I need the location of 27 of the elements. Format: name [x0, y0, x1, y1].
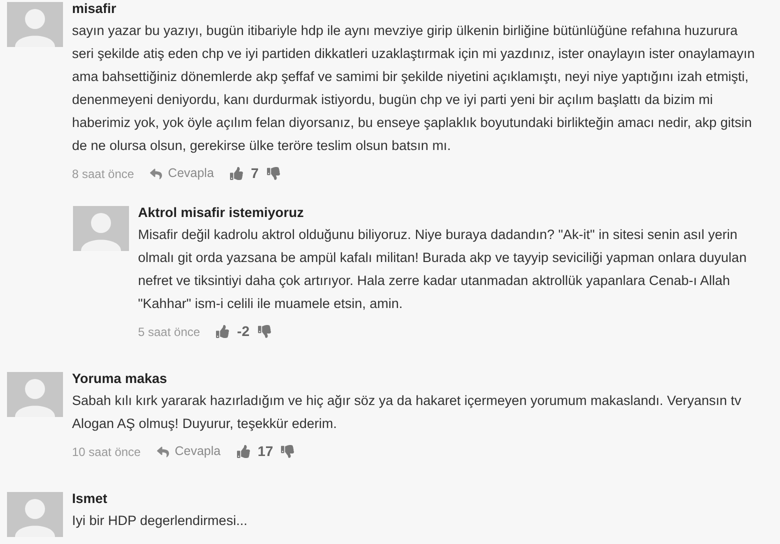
avatar-icon — [7, 492, 63, 537]
dislike-button[interactable] — [266, 167, 280, 180]
vote-count: -2 — [237, 322, 250, 341]
like-button[interactable] — [236, 445, 250, 458]
reply-icon — [156, 446, 169, 458]
vote-count: 7 — [250, 164, 259, 183]
comment-text: Sabah kılı kırk yararak hazırladığım ve hiç ağır söz ya da hakaret içermeyen yorumum makaslandı. Veryansın tv Alogan AŞ olmuş! Duyurur, teşekkür ederim. — [72, 392, 742, 433]
like-button[interactable] — [216, 325, 230, 338]
reply-button[interactable]: Cevapla — [156, 442, 221, 461]
comment-text: sayın yazar bu yazıyı, bugün itibariyle hdp ile aynı mevziye girip ülkenin birliğine bütünlüğüne refahına huzurura seri şekilde atiş eden chp ve iyi partiden dikkatleri uzaklaştırmak için mi yazdınız, ister onaylayın ister onaylamayın ama bahsettiğiniz dönemlerde akp şeffaf ve samimi bir şekilde niyetini açıklamıştı, neyi niye yaptığını izah etmişti, denenmeyeni deniyordu, kanı durdurmak istiyordu, bugün chp ve iyi parti yeni bir açılım başlattı da bizim mi haberimiz yok, yok öyle açılım felan diyorsanız, bu enseye şaplaklık boyutundaki birlikteğin amacı nedir, akp gitsin de ne olursa olsun, gerekirse ülke teröre teslim olsun batsın mı. — [72, 22, 756, 155]
comment-text: Misafir değil kadrolu aktrol olduğunu biliyoruz. Niye buraya dadandın? "Ak-it" in sitesi senin asıl yerin olmalı git orda yazsana be ampül kafalı militan! Burada akp ve tayyip seviciliği yapman onlara duyulan nefret ve tiksintiyi daha çok artırıyor. Hala zerre kadar utanmadan aktrollük yapanlara Cenab-ı Allah "Kahhar" ism-i celili ile muamele etsin, amin. — [138, 226, 748, 313]
author-name: Yoruma makas — [72, 370, 168, 388]
reply-button[interactable]: Cevapla — [150, 164, 214, 183]
comment-text: Iyi bir HDP degerlendirmesi... — [72, 512, 248, 530]
dislike-button[interactable] — [281, 445, 294, 458]
like-button[interactable] — [230, 167, 243, 180]
reply-icon — [150, 168, 162, 180]
author-name: Ismet — [72, 490, 108, 508]
timestamp: 8 saat önce — [72, 166, 134, 182]
timestamp: 10 saat önce — [72, 444, 141, 460]
author-name: Aktrol misafir istemiyoruz — [138, 204, 305, 222]
author-name: misafir — [72, 0, 118, 18]
avatar-icon — [73, 206, 129, 251]
dislike-button[interactable] — [258, 325, 270, 338]
timestamp: 5 saat önce — [138, 324, 200, 340]
vote-count: 17 — [258, 442, 274, 461]
avatar-icon — [7, 372, 63, 417]
